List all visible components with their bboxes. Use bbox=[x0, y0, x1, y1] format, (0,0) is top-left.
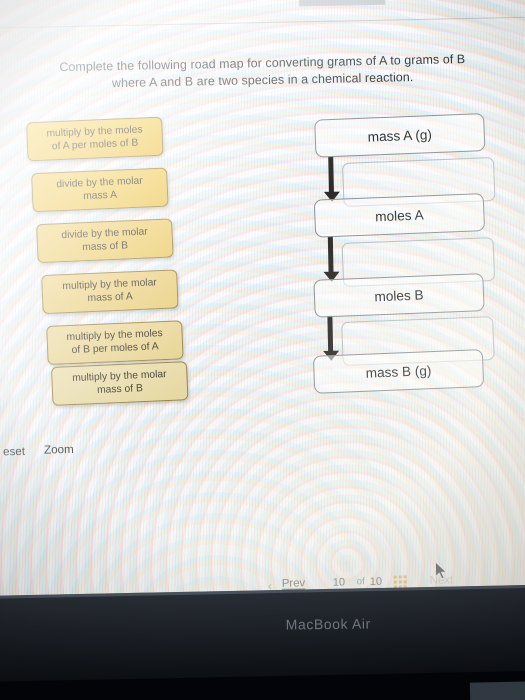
grid-dot bbox=[398, 580, 402, 584]
zoom-button[interactable]: Zoom bbox=[44, 443, 74, 457]
reset-button[interactable]: eset bbox=[3, 445, 25, 458]
answer-tile-3[interactable]: divide by the molar mass of B bbox=[36, 218, 174, 264]
answer-tile-5[interactable]: multiply by the moles of B per moles of … bbox=[46, 320, 184, 366]
roadmap-node-mass-a: mass A (g) bbox=[314, 113, 486, 158]
grid-dot bbox=[393, 580, 398, 584]
arrow-mass-a-to-moles-a bbox=[328, 156, 334, 193]
roadmap-node-moles-b-label: moles B bbox=[374, 286, 424, 304]
roadmap-node-mass-b-label: mass B (g) bbox=[365, 362, 432, 381]
browser-tab-stub[interactable] bbox=[298, 0, 386, 7]
grid-dot bbox=[403, 575, 407, 579]
arrow-moles-b-to-mass-b bbox=[327, 315, 334, 352]
current-page-number: 10 bbox=[332, 576, 346, 589]
total-page-number: 10 bbox=[369, 575, 383, 589]
laptop-screen: Complete the following road map for conv… bbox=[0, 0, 525, 622]
grid-dot bbox=[403, 580, 407, 584]
roadmap-node-mass-a-label: mass A (g) bbox=[367, 126, 433, 145]
laptop-bezel: MacBook Air bbox=[0, 584, 525, 700]
answer-tile-4[interactable]: multiply by the molar mass of A bbox=[41, 269, 179, 315]
photo-of-laptop-screen: Complete the following road map for conv… bbox=[0, 0, 525, 700]
prev-page-button[interactable]: Prev bbox=[282, 577, 306, 589]
roadmap-node-moles-a-label: moles A bbox=[374, 206, 424, 224]
answer-tile-2[interactable]: divide by the molar mass A bbox=[31, 167, 169, 213]
roadmap-node-mass-b: mass B (g) bbox=[312, 349, 485, 394]
answer-tile-1[interactable]: multiply by the moles of A per moles of … bbox=[26, 116, 164, 162]
grid-dot bbox=[393, 575, 398, 579]
roadmap-node-moles-b: moles B bbox=[313, 273, 485, 318]
background-surface bbox=[469, 681, 525, 700]
page-content: Complete the following road map for conv… bbox=[0, 0, 525, 622]
grid-dot bbox=[398, 575, 402, 579]
browser-chrome-divider bbox=[0, 15, 525, 30]
question-prompt: Complete the following road map for conv… bbox=[47, 51, 478, 93]
roadmap-node-moles-a: moles A bbox=[313, 193, 486, 238]
mouse-cursor-icon bbox=[435, 561, 448, 580]
page-of-label: of bbox=[356, 576, 365, 588]
answer-tile-6[interactable]: multiply by the molar mass of B bbox=[50, 361, 189, 407]
bezel-lower-shadow bbox=[0, 670, 525, 700]
arrow-moles-a-to-moles-b bbox=[327, 236, 334, 273]
device-brand-label: MacBook Air bbox=[285, 615, 371, 633]
